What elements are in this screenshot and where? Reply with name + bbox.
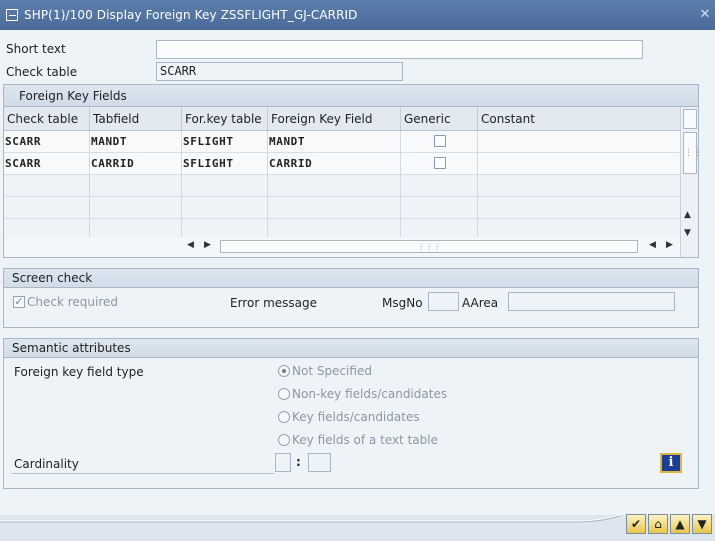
radio-label: Key fields of a text table [292, 433, 438, 447]
table-header: Check table Tabfield For.key table Forei… [4, 107, 680, 131]
hierarchy-icon[interactable]: ⌂ [648, 514, 668, 534]
aarea-field[interactable] [508, 292, 675, 311]
down-arrow-icon[interactable]: ▼ [692, 514, 712, 534]
check-icon[interactable]: ✔ [626, 514, 646, 534]
cardinality-right-field[interactable] [308, 453, 331, 472]
info-icon[interactable]: i [660, 453, 682, 473]
radio-non-key-fields[interactable]: Non-key fields/candidates [278, 387, 447, 401]
fk-field-type-label: Foreign key field type [14, 365, 144, 379]
radio-label: Key fields/candidates [292, 410, 420, 424]
radio-button[interactable] [278, 433, 290, 446]
column-header-constant[interactable]: Constant [478, 107, 680, 131]
table-row[interactable] [4, 197, 680, 219]
table-title: Foreign Key Fields [4, 85, 698, 107]
radio-key-fields[interactable]: Key fields/candidates [278, 410, 420, 424]
radio-button[interactable] [278, 410, 290, 423]
cell-constant [478, 153, 680, 175]
scroll-up-icon[interactable]: ▲ [684, 210, 691, 220]
vertical-scrollbar[interactable]: ⋮⋮ ▲ ▼ [680, 107, 702, 257]
table-row[interactable]: SCARR MANDT SFLIGHT MANDT [4, 131, 680, 153]
cardinality-left-field[interactable] [275, 453, 291, 472]
short-text-field[interactable] [156, 40, 643, 59]
radio-label: Not Specified [292, 364, 372, 378]
cell-generic [401, 131, 478, 153]
table-rows: SCARR MANDT SFLIGHT MANDT SCARR CARRID S… [4, 131, 680, 237]
footer-divider [0, 515, 621, 523]
check-table-label: Check table [6, 65, 78, 79]
cell-generic [401, 153, 478, 175]
title-bar: SHP(1)/100 Display Foreign Key ZSSFLIGHT… [0, 0, 715, 30]
close-icon[interactable]: ✕ [699, 8, 711, 21]
radio-label: Non-key fields/candidates [292, 387, 448, 401]
table-row[interactable]: SCARR CARRID SFLIGHT CARRID [4, 153, 680, 175]
scroll-left-icon[interactable]: ◀ [187, 240, 194, 250]
cell-constant [478, 131, 680, 153]
msgno-label: MsgNo [382, 296, 423, 310]
radio-not-specified[interactable]: Not Specified [278, 364, 372, 378]
column-header-generic[interactable]: Generic [401, 107, 478, 131]
scroll-top-button[interactable] [683, 109, 697, 129]
msgno-field[interactable] [428, 292, 459, 311]
generic-checkbox[interactable] [433, 157, 446, 169]
check-table-field[interactable]: SCARR [156, 62, 403, 81]
cardinality-label: Cardinality [14, 457, 79, 471]
scroll-left-end-icon[interactable]: ◀ [649, 240, 656, 250]
check-required-checkbox[interactable]: ✓ Check required [13, 295, 118, 309]
foreign-key-fields-table: Foreign Key Fields Check table Tabfield … [3, 84, 702, 258]
column-header-tabfield[interactable]: Tabfield [90, 107, 182, 131]
radio-button[interactable] [278, 364, 290, 377]
cell-for-key-table: SFLIGHT [182, 131, 268, 153]
semantic-attributes-title: Semantic attributes [4, 339, 698, 358]
check-required-box[interactable]: ✓ [13, 295, 25, 308]
table-row[interactable] [4, 175, 680, 197]
short-text-label: Short text [6, 42, 66, 56]
window-title: SHP(1)/100 Display Foreign Key ZSSFLIGHT… [24, 8, 358, 22]
window-icon [6, 9, 18, 21]
radio-button[interactable] [278, 387, 290, 400]
cell-tabfield: CARRID [90, 153, 182, 175]
column-header-check-table[interactable]: Check table [4, 107, 90, 131]
cardinality-separator: : [296, 455, 301, 469]
generic-checkbox[interactable] [433, 135, 446, 147]
cell-tabfield: MANDT [90, 131, 182, 153]
footer-bar [0, 515, 715, 541]
column-header-foreign-key-field[interactable]: Foreign Key Field [268, 107, 401, 131]
radio-key-fields-text-table[interactable]: Key fields of a text table [278, 433, 438, 447]
scroll-right-icon[interactable]: ▶ [204, 240, 211, 250]
cell-for-key-table: SFLIGHT [182, 153, 268, 175]
check-required-label: Check required [27, 295, 119, 309]
aarea-label: AArea [462, 296, 499, 310]
horizontal-scrollbar[interactable]: ◀ ▶ ⋮⋮⋮ ◀ ▶ [4, 235, 682, 257]
cell-foreign-key-field: MANDT [268, 131, 401, 153]
up-arrow-icon[interactable]: ▲ [670, 514, 690, 534]
column-header-for-key-table[interactable]: For.key table [182, 107, 268, 131]
scroll-right-end-icon[interactable]: ▶ [666, 240, 673, 250]
cell-check-table: SCARR [4, 131, 90, 153]
cell-check-table: SCARR [4, 153, 90, 175]
scroll-down-icon[interactable]: ▼ [684, 228, 691, 238]
cardinality-underline [12, 473, 274, 474]
screen-check-title: Screen check [4, 269, 698, 288]
error-message-label: Error message [230, 296, 317, 310]
scroll-thumb[interactable]: ⋮⋮ [683, 132, 702, 174]
horizontal-scroll-thumb[interactable]: ⋮⋮⋮ [220, 240, 638, 253]
cell-foreign-key-field: CARRID [268, 153, 401, 175]
